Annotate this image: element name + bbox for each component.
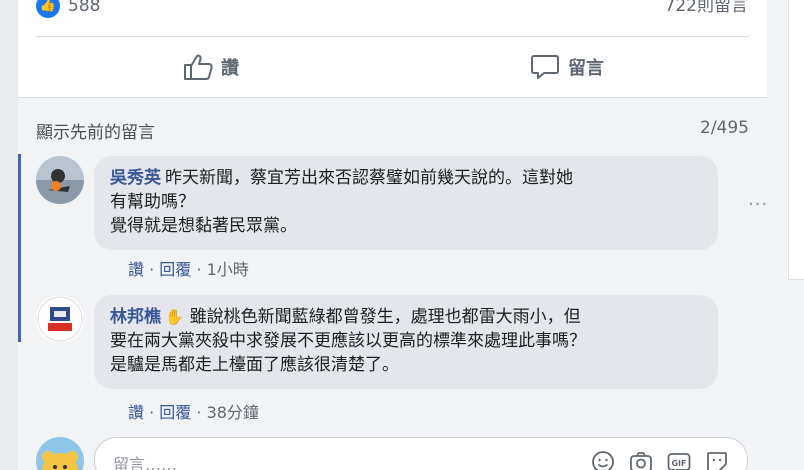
thumbs-up-icon bbox=[183, 53, 213, 81]
avatar[interactable] bbox=[36, 295, 84, 343]
comment-bubble: 林邦樵 ✋ 雖說桃色新聞藍綠都曾發生，處理也都雷大雨小，但 要在兩大黨夾殺中求發展不… bbox=[94, 295, 718, 389]
composer-tools: GIF bbox=[591, 450, 729, 470]
like-count[interactable]: 588 bbox=[68, 0, 100, 18]
like-button-label: 讚 bbox=[221, 58, 239, 79]
post-actions: 讚 留言 bbox=[18, 37, 767, 97]
comment-button-label: 留言 bbox=[568, 58, 604, 79]
waving-hand-icon: ✋ bbox=[165, 308, 184, 326]
comment-composer: 留言…… GIF bbox=[36, 437, 767, 470]
comment-meta: 讚 · 回覆 · 1小時 bbox=[128, 260, 249, 279]
comment-text-line: 昨天新聞，蔡宜芳出來否認蔡璧如前幾天說的。這對她 bbox=[165, 168, 573, 188]
comment-meta: 讚 · 回覆 · 38分鐘 bbox=[128, 403, 259, 422]
like-button[interactable]: 讚 bbox=[183, 37, 239, 97]
highlight-bar bbox=[18, 154, 21, 342]
avatar bbox=[36, 437, 84, 470]
comment-author[interactable]: 林邦樵 bbox=[110, 307, 161, 327]
comments-section: 顯示先前的留言 2/495 吳秀英 昨天新聞，蔡宜芳出來否認蔡璧如前幾天說的。這對… bbox=[18, 98, 767, 470]
comment-reply-link[interactable]: 回覆 bbox=[159, 260, 191, 279]
comment-text-line: 雖說桃色新聞藍綠都曾發生，處理也都雷大雨小，但 bbox=[189, 307, 581, 327]
comment-text-line: 有幫助嗎？ bbox=[110, 192, 195, 212]
comment-button[interactable]: 留言 bbox=[530, 37, 767, 97]
show-previous-comments-link[interactable]: 顯示先前的留言 bbox=[36, 118, 155, 143]
comment-text-line: 覺得就是想黏著民眾黨。 bbox=[110, 216, 297, 236]
comment-text-line: 是驢是馬都走上檯面了應該很清楚了。 bbox=[110, 355, 399, 375]
comment-like-link[interactable]: 讚 bbox=[128, 403, 144, 422]
post-card: 👍 588 722則留言 讚 留言 顯示先前的留言 2/495 吳秀英 昨天新聞… bbox=[18, 0, 767, 470]
comment-text-line: 要在兩大黨夾殺中求發展不更應該以更高的標準來處理此事嗎？ bbox=[110, 331, 586, 351]
comment-page-count: 2/495 bbox=[700, 118, 749, 138]
sticker-icon[interactable] bbox=[705, 450, 729, 470]
comment-input[interactable]: 留言…… GIF bbox=[94, 437, 748, 470]
comment-input-placeholder: 留言…… bbox=[113, 455, 178, 470]
comment-count[interactable]: 722則留言 bbox=[665, 0, 748, 18]
speech-bubble-icon bbox=[530, 53, 560, 81]
side-panel-edge bbox=[788, 0, 804, 280]
comment-bubble: 吳秀英 昨天新聞，蔡宜芳出來否認蔡璧如前幾天說的。這對她 有幫助嗎？ 覺得就是想黏… bbox=[94, 156, 718, 250]
like-reaction-icon[interactable]: 👍 bbox=[36, 0, 60, 18]
svg-text:GIF: GIF bbox=[671, 459, 686, 468]
post-stats: 👍 588 722則留言 bbox=[18, 0, 767, 36]
camera-icon[interactable] bbox=[629, 450, 653, 470]
emoji-icon[interactable] bbox=[591, 450, 615, 470]
comment-timestamp[interactable]: 38分鐘 bbox=[207, 403, 259, 422]
comment-like-link[interactable]: 讚 bbox=[128, 260, 144, 279]
comment-author[interactable]: 吳秀英 bbox=[110, 168, 161, 188]
more-options-icon[interactable]: ··· bbox=[748, 194, 767, 215]
comment-timestamp[interactable]: 1小時 bbox=[207, 260, 249, 279]
gif-icon[interactable]: GIF bbox=[667, 450, 691, 470]
comment-reply-link[interactable]: 回覆 bbox=[159, 403, 191, 422]
avatar[interactable] bbox=[36, 156, 84, 204]
